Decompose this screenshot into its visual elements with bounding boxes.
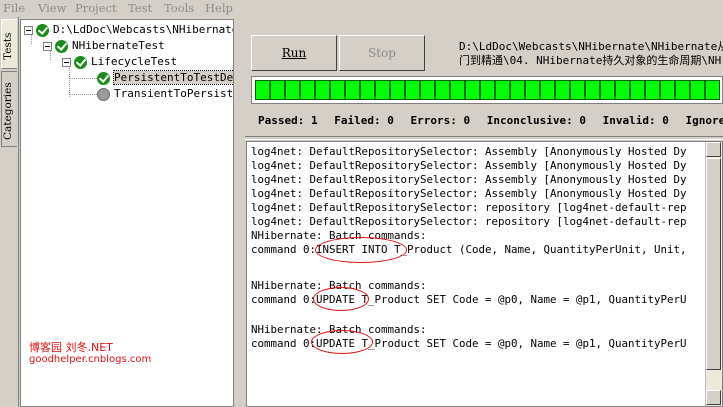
watermark-line2: goodhelper.cnblogs.com	[29, 354, 152, 365]
annotation-oval-insert	[315, 237, 407, 263]
progress-segment	[585, 80, 600, 100]
progress-segment	[645, 80, 660, 100]
stat-inconclusive: Inconclusive: 0	[486, 114, 587, 127]
progress-segment	[405, 80, 420, 100]
tab-tests-label: Tests	[2, 32, 14, 60]
menu-tools[interactable]: Tools	[164, 1, 194, 15]
progress-segment	[630, 80, 645, 100]
output-line: log4net: DefaultRepositorySelector: repo…	[251, 201, 687, 214]
progress-segment	[390, 80, 405, 100]
progress-segment	[420, 80, 435, 100]
scroll-down-button[interactable]	[706, 390, 721, 405]
test-tree[interactable]: D:\LdDoc\Webcasts\NHibernate\ NHibernate…	[20, 19, 234, 407]
output-line: log4net: DefaultRepositorySelector: Asse…	[251, 145, 687, 158]
menu-bar: File View Project Test Tools Help	[0, 0, 723, 17]
progress-segment	[675, 80, 690, 100]
menu-test[interactable]: Test	[128, 1, 152, 15]
output-line: log4net: DefaultRepositorySelector: Asse…	[251, 187, 687, 200]
output-line: log4net: DefaultRepositorySelector: Asse…	[251, 159, 687, 172]
progress-segment	[540, 80, 555, 100]
progress-segment	[495, 80, 510, 100]
tab-categories[interactable]: Categories	[1, 71, 17, 147]
test-path-label: D:\LdDoc\Webcasts\NHibernate\NHibernate从…	[459, 40, 723, 68]
progress-segment	[435, 80, 450, 100]
collapse-icon[interactable]	[62, 57, 71, 67]
stat-errors: Errors: 0	[410, 114, 471, 127]
progress-segment	[345, 80, 360, 100]
test-path-line2: 门到精通\04. NHibernate持久对象的生命周期\NH	[459, 54, 722, 67]
output-line: log4net: DefaultRepositorySelector: Asse…	[251, 173, 687, 186]
progress-segment	[315, 80, 330, 100]
menu-view[interactable]: View	[38, 1, 66, 15]
progress-segment	[285, 80, 300, 100]
progress-segment	[450, 80, 465, 100]
progress-segment	[300, 80, 315, 100]
watermark-line1: 博客园 刘冬.NET	[29, 341, 113, 354]
tree-test-passed-label: PersistentToTestDet	[113, 70, 233, 85]
progress-segment	[690, 80, 705, 100]
pass-check-icon	[36, 23, 49, 37]
panel-splitter[interactable]	[234, 17, 242, 407]
progress-segment	[660, 80, 675, 100]
menu-file[interactable]: File	[3, 1, 25, 15]
run-button[interactable]: Run	[251, 35, 337, 71]
progress-segment	[600, 80, 615, 100]
annotation-oval-update-2	[311, 330, 373, 354]
progress-segment	[330, 80, 345, 100]
tree-node-root[interactable]: D:\LdDoc\Webcasts\NHibernate\	[24, 22, 234, 38]
test-path-line1: D:\LdDoc\Webcasts\NHibernate\NHibernate从…	[459, 40, 723, 53]
pass-check-icon	[74, 55, 87, 69]
tree-node-fixture[interactable]: LifecycleTest	[62, 54, 177, 70]
tree-root-label: D:\LdDoc\Webcasts\NHibernate\	[53, 23, 234, 36]
output-console[interactable]: log4net: DefaultRepositorySelector: Asse…	[246, 141, 723, 407]
tree-project-label: NHibernateTest	[72, 39, 165, 52]
pass-check-icon	[55, 39, 68, 53]
progress-segment	[510, 80, 525, 100]
annotation-oval-update-1	[313, 287, 369, 311]
progress-bar	[251, 76, 723, 104]
tree-node-project[interactable]: NHibernateTest	[43, 38, 165, 54]
progress-segment	[255, 80, 270, 100]
stat-passed: Passed: 1	[258, 114, 318, 127]
scroll-up-button[interactable]	[706, 142, 721, 157]
output-scrollbar[interactable]	[705, 142, 722, 406]
collapse-icon[interactable]	[24, 25, 33, 35]
collapse-icon[interactable]	[43, 41, 52, 51]
result-summary: Passed: 1 Failed: 0 Errors: 0 Inconclusi…	[258, 114, 723, 127]
progress-segment	[525, 80, 540, 100]
not-run-icon	[97, 87, 110, 101]
menu-project[interactable]: Project	[75, 1, 117, 15]
stop-button[interactable]: Stop	[339, 35, 425, 71]
tree-node-test-passed[interactable]: PersistentToTestDet	[97, 70, 233, 86]
progress-segment	[555, 80, 570, 100]
divider	[245, 136, 723, 140]
output-line: log4net: DefaultRepositorySelector: repo…	[251, 215, 687, 228]
progress-segment	[705, 80, 720, 100]
progress-segment	[465, 80, 480, 100]
tree-node-test-notrun[interactable]: TransientToPersiste	[97, 86, 234, 102]
menu-help[interactable]: Help	[205, 1, 233, 15]
progress-segment	[570, 80, 585, 100]
progress-segment	[360, 80, 375, 100]
stat-ignored: Ignored:	[685, 114, 723, 127]
stat-failed: Failed: 0	[334, 114, 394, 127]
stop-button-label: Stop	[368, 46, 396, 60]
tab-categories-label: Categories	[2, 82, 14, 140]
run-button-label: Run	[281, 46, 307, 60]
progress-segment	[375, 80, 390, 100]
vertical-tab-strip: Tests Categories	[0, 17, 19, 407]
tree-test-notrun-label: TransientToPersiste	[114, 87, 234, 100]
stat-invalid: Invalid: 0	[602, 114, 669, 127]
scroll-thumb[interactable]	[706, 158, 721, 370]
pass-check-icon	[97, 71, 110, 85]
progress-segment	[480, 80, 495, 100]
tab-tests[interactable]: Tests	[1, 19, 17, 69]
tree-fixture-label: LifecycleTest	[91, 55, 178, 68]
progress-segment	[615, 80, 630, 100]
progress-segment	[270, 80, 285, 100]
